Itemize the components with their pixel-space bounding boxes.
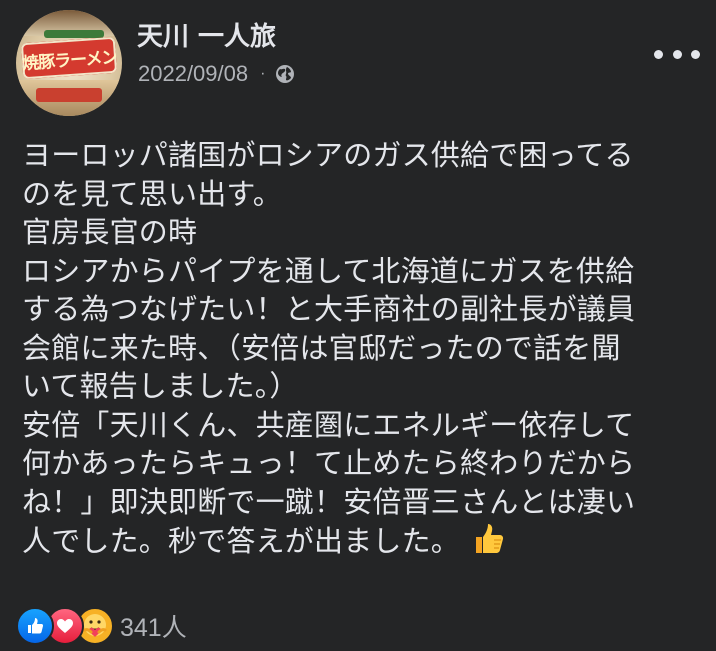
- post-line: 官房長官の時: [22, 215, 198, 249]
- post-line: ロシアからパイプを通して北海道にガスを供給: [22, 253, 635, 288]
- author-name[interactable]: 天川 一人旅: [137, 20, 276, 54]
- post-line-last: 人でした。秒で答えが出ました。: [22, 521, 702, 560]
- post-line: ね！」即決即断で一蹴！安倍晋三さんとは凄い: [22, 484, 636, 519]
- post-date[interactable]: 2022/09/08: [138, 61, 248, 87]
- post-line: いて報告しました。）: [22, 369, 299, 403]
- thumbs-up-icon: [476, 524, 504, 553]
- reaction-count: 341人: [120, 614, 187, 642]
- post-line: 人でした。秒で答えが出ました。: [22, 524, 461, 558]
- reactions-bar[interactable]: 341人: [16, 607, 187, 645]
- facebook-post: 焼豚ラーメン 天川 一人旅 2022/09/08 · ヨーロッパ諸国がロシアのガ…: [0, 0, 716, 651]
- post-meta: 2022/09/08 ·: [138, 60, 295, 88]
- post-line: のを見て思い出す。: [22, 176, 282, 211]
- like-icon: [16, 607, 54, 645]
- post-line: 会館に来た時、（安倍は官邸だったので話を聞: [22, 330, 621, 365]
- avatar-label: 焼豚ラーメン: [21, 47, 117, 75]
- post-line: 何かあったらキュっ！て止めたら終わりだから: [22, 446, 636, 480]
- post-body: ヨーロッパ諸国がロシアのガス供給で困ってる のを見て思い出す。 官房長官の時 ロ…: [22, 136, 702, 560]
- post-line: する為つなげたい！と大手商社の副社長が議員: [22, 292, 636, 326]
- profile-avatar[interactable]: 焼豚ラーメン: [16, 10, 122, 116]
- post-line: 安倍「天川くん、共産圏にエネルギー依存して: [22, 407, 635, 442]
- meta-separator: ·: [260, 65, 266, 82]
- post-line: ヨーロッパ諸国がロシアのガス供給で困ってる: [22, 138, 634, 172]
- more-options-icon[interactable]: [654, 42, 700, 66]
- globe-icon: [276, 65, 295, 83]
